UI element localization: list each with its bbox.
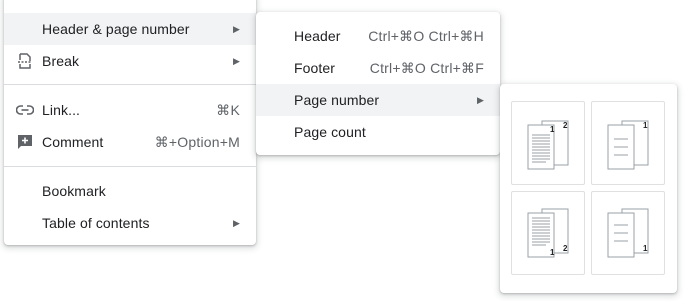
- page-thumbnail-icon: 1 2: [527, 208, 569, 258]
- menu-separator: [4, 84, 256, 85]
- page-number-option-top-skip-first[interactable]: 1: [591, 101, 665, 185]
- page-number-options-panel: 1 2 1 1 2 1: [500, 84, 677, 293]
- menu-item-table-of-contents[interactable]: Table of contents ▶: [4, 207, 256, 239]
- add-comment-icon: [16, 133, 34, 151]
- submenu-arrow-icon: ▶: [232, 55, 240, 66]
- menu-item-comment[interactable]: Comment ⌘+Option+M: [4, 126, 256, 158]
- menu-separator: [4, 166, 256, 167]
- menu-item-label: Bookmark: [42, 183, 106, 199]
- menu-item-label: Page count: [294, 124, 366, 140]
- page-number-label: 1: [550, 248, 555, 257]
- page-number-label: 1: [550, 125, 555, 134]
- menu-item-link[interactable]: Link... ⌘K: [4, 94, 256, 126]
- submenu-arrow-icon: ▶: [232, 23, 240, 34]
- page-break-icon: [16, 52, 34, 70]
- submenu-arrow-icon: ▶: [476, 94, 484, 105]
- menu-item-header-page-number[interactable]: Header & page number ▶: [4, 13, 256, 45]
- page-number-option-bottom-all-pages[interactable]: 1 2: [511, 191, 585, 275]
- keyboard-shortcut: ⌘K: [216, 101, 240, 118]
- page-number-option-top-all-pages[interactable]: 1 2: [511, 101, 585, 185]
- page-number-option-bottom-skip-first[interactable]: 1: [591, 191, 665, 275]
- menu-item-break[interactable]: Break ▶: [4, 45, 256, 77]
- link-icon: [16, 101, 34, 119]
- menu-item-label: Break: [42, 53, 80, 69]
- header-page-number-submenu: Header Ctrl+⌘O Ctrl+⌘H Footer Ctrl+⌘O Ct…: [256, 12, 500, 155]
- page-thumbnail-icon: 1: [607, 120, 649, 170]
- page-number-label: 1: [643, 244, 648, 253]
- menu-item-label: Footer: [294, 60, 336, 76]
- menu-item-label: Page number: [294, 92, 380, 108]
- insert-menu: Header & page number ▶ Break ▶ Link... ⌘…: [4, 0, 256, 245]
- menu-item-bookmark[interactable]: Bookmark: [4, 175, 256, 207]
- page-number-label: 2: [563, 244, 568, 253]
- page-thumbnail-icon: 1 2: [527, 120, 569, 170]
- page-number-label: 1: [643, 121, 648, 130]
- menu-item-header[interactable]: Header Ctrl+⌘O Ctrl+⌘H: [256, 20, 500, 52]
- menu-item-page-number[interactable]: Page number ▶: [256, 84, 500, 116]
- page-number-label: 2: [563, 121, 568, 130]
- menu-item-label: Comment: [42, 134, 104, 150]
- menu-item-label: Link...: [42, 102, 81, 118]
- keyboard-shortcut: ⌘+Option+M: [154, 133, 240, 150]
- menu-item-page-count[interactable]: Page count: [256, 116, 500, 148]
- page-thumbnail-icon: 1: [607, 208, 649, 258]
- menu-item-label: Header & page number: [42, 21, 190, 37]
- menu-item-label: Header: [294, 28, 341, 44]
- keyboard-shortcut: Ctrl+⌘O Ctrl+⌘F: [369, 59, 484, 76]
- menu-item-footer[interactable]: Footer Ctrl+⌘O Ctrl+⌘F: [256, 52, 500, 84]
- keyboard-shortcut: Ctrl+⌘O Ctrl+⌘H: [368, 27, 484, 44]
- submenu-arrow-icon: ▶: [232, 217, 240, 228]
- menu-item-label: Table of contents: [42, 215, 150, 231]
